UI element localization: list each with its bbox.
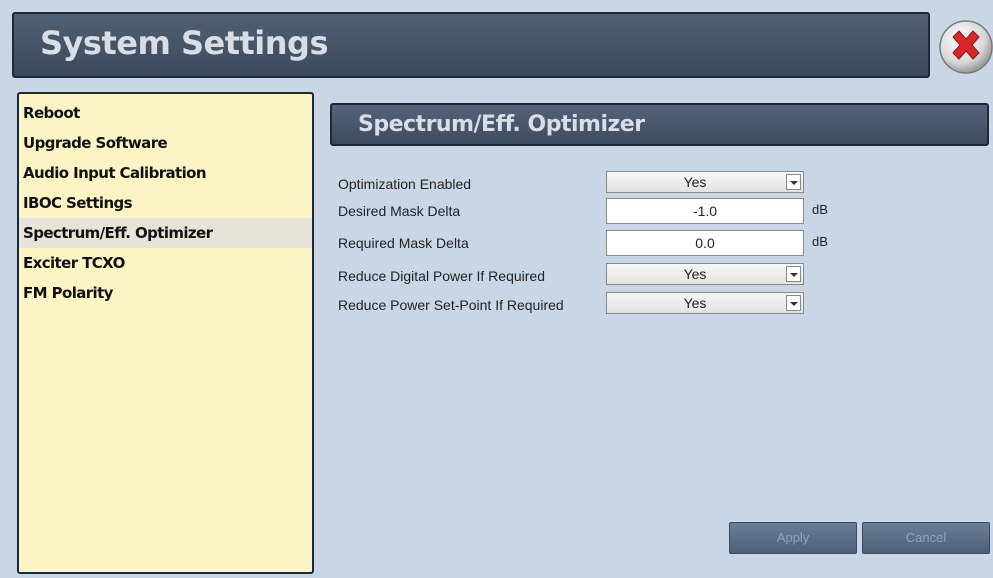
field-label: Required Mask Delta — [338, 235, 469, 251]
chevron-down-icon[interactable] — [786, 266, 801, 282]
unit-label: dB — [812, 202, 828, 217]
apply-button[interactable]: Apply — [729, 522, 857, 554]
unit-label: dB — [812, 234, 828, 249]
section-header: Spectrum/Eff. Optimizer — [330, 103, 989, 146]
section-title: Spectrum/Eff. Optimizer — [358, 112, 645, 137]
field-label: Desired Mask Delta — [338, 203, 461, 219]
required-mask-delta-input[interactable]: 0.0 — [606, 230, 804, 256]
select-value: Yes — [683, 266, 707, 282]
sidebar-item-exciter-tcxo[interactable]: Exciter TCXO — [19, 248, 312, 278]
close-icon — [939, 20, 993, 74]
chevron-down-icon[interactable] — [786, 295, 801, 311]
chevron-down-icon[interactable] — [786, 174, 801, 190]
optimization-enabled-select[interactable]: Yes — [606, 171, 804, 193]
close-button[interactable] — [937, 16, 993, 76]
select-value: Yes — [683, 295, 707, 311]
sidebar-item-fm-polarity[interactable]: FM Polarity — [19, 278, 312, 308]
cancel-button[interactable]: Cancel — [862, 522, 990, 554]
field-label: Optimization Enabled — [338, 176, 472, 192]
field-label: Reduce Digital Power If Required — [338, 268, 545, 284]
reduce-digital-power-select[interactable]: Yes — [606, 263, 804, 285]
reduce-power-setpoint-select[interactable]: Yes — [606, 292, 804, 314]
sidebar-item-audio-input-calibration[interactable]: Audio Input Calibration — [19, 158, 312, 188]
page-title: System Settings — [40, 24, 328, 62]
sidebar-item-iboc-settings[interactable]: IBOC Settings — [19, 188, 312, 218]
sidebar-item-spectrum-optimizer[interactable]: Spectrum/Eff. Optimizer — [19, 218, 312, 248]
desired-mask-delta-input[interactable]: -1.0 — [606, 198, 804, 224]
title-bar: System Settings — [12, 12, 930, 78]
main-panel: Spectrum/Eff. Optimizer Optimization Ena… — [316, 92, 993, 578]
sidebar-item-upgrade-software[interactable]: Upgrade Software — [19, 128, 312, 158]
field-label: Reduce Power Set-Point If Required — [338, 297, 564, 313]
select-value: Yes — [683, 174, 707, 190]
sidebar: Reboot Upgrade Software Audio Input Cali… — [17, 92, 314, 574]
sidebar-item-reboot[interactable]: Reboot — [19, 98, 312, 128]
